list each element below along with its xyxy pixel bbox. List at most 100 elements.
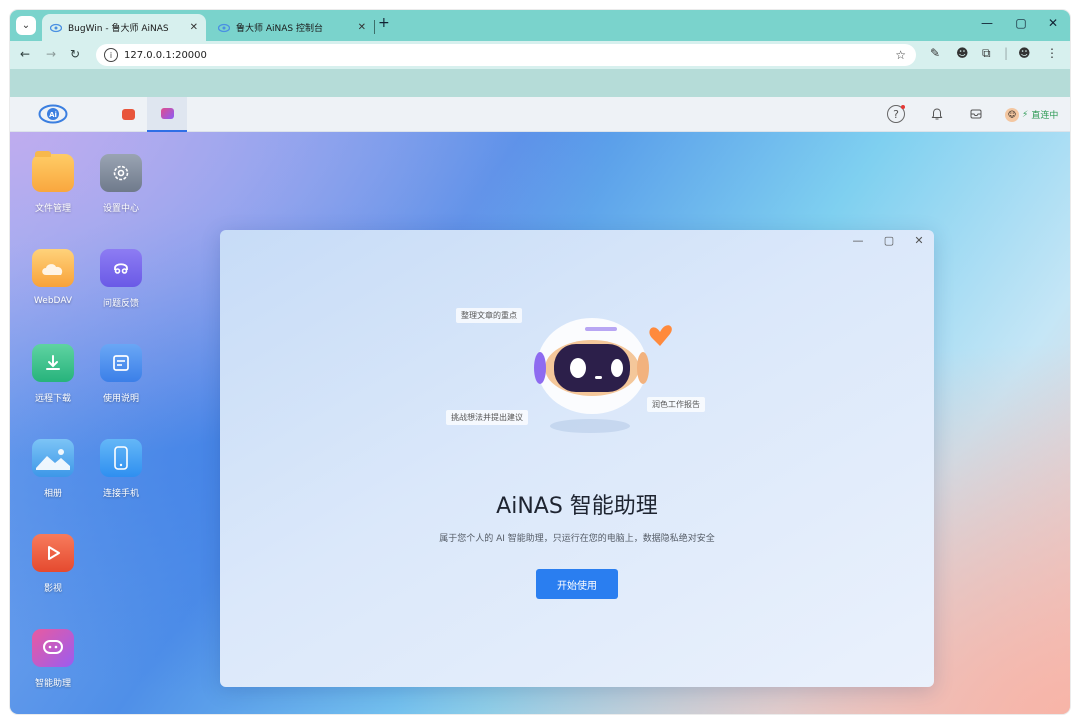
headset-icon [100, 249, 142, 287]
close-window-button[interactable]: ✕ [1038, 16, 1068, 30]
desktop-icon-album[interactable]: 相册 [23, 439, 83, 499]
tab-label: 鲁大师 AiNAS 控制台 [236, 24, 323, 34]
desktop-icon-label: 问题反馈 [102, 299, 139, 309]
browser-toolbar: ← → ↻ i 127.0.0.1:20000 ☆ ✎ ☻ ⧉ | ☻ ⋮ [10, 41, 1070, 69]
desktop-icon-assistant[interactable]: 智能助理 [23, 629, 83, 689]
connection-status-label: 直连中 [1031, 111, 1059, 121]
start-using-button[interactable]: 开始使用 [536, 569, 618, 599]
desktop-icon-label: 文件管理 [34, 204, 71, 214]
desktop-icon-label: 连接手机 [102, 489, 139, 499]
notification-dot [901, 105, 905, 109]
download-icon [32, 344, 74, 382]
arrow-right-icon: → [46, 47, 57, 61]
ainas-favicon-icon [218, 23, 230, 32]
desktop-icon-label: 使用说明 [102, 394, 139, 404]
phone-icon [100, 439, 142, 477]
browser-window: ⌄ BugWin - 鲁大师 AiNAS ✕ 鲁大师 AiNAS 控制台 ✕ +… [10, 10, 1070, 714]
extension-avatar-icon[interactable]: ☻ [956, 46, 969, 60]
close-icon: ✕ [914, 234, 924, 247]
url-text: 127.0.0.1:20000 [124, 49, 207, 61]
toolbar-divider: | [1004, 46, 1009, 60]
more-menu-icon[interactable]: ⋮ [1046, 46, 1058, 60]
close-icon: ✕ [1047, 16, 1059, 30]
profile-avatar-icon[interactable]: ☻ [1018, 46, 1031, 60]
app-header: Ai ? ☺ ⚡ 直连中 [10, 97, 1070, 132]
close-tab-icon[interactable]: ✕ [358, 22, 366, 33]
desktop-icon-files[interactable]: 文件管理 [23, 151, 83, 214]
suggestion-bubble: 整理文章的重点 [456, 308, 522, 323]
ainas-favicon-icon [50, 23, 62, 32]
lightning-icon: ⚡ [1022, 109, 1029, 120]
user-status[interactable]: ☺ ⚡ 直连中 [1005, 106, 1058, 123]
desktop-icon-remote-download[interactable]: 远程下载 [23, 344, 83, 404]
minimize-button[interactable]: — [972, 16, 1002, 30]
desktop: 文件管理 WebDAV 远程下载 相册 影视 智能助理 设置中心 问题反馈 使用… [10, 132, 1070, 714]
minimize-icon: — [981, 16, 993, 30]
assistant-app-icon [160, 108, 174, 119]
reload-icon: ↻ [70, 47, 81, 61]
extensions-puzzle-icon[interactable]: ⧉ [982, 46, 991, 61]
maximize-icon: ▢ [883, 234, 895, 247]
page-viewport: Ai ? ☺ ⚡ 直连中 文件管理 WebDAV 远程下载 相册 影视 智能助理… [10, 69, 1070, 714]
modal-minimize-button[interactable]: — [848, 234, 868, 247]
page-top-gap [10, 69, 1070, 97]
desktop-icon-connect-phone[interactable]: 连接手机 [91, 439, 151, 499]
tab-label: BugWin - 鲁大师 AiNAS [68, 24, 169, 34]
svg-text:Ai: Ai [49, 111, 57, 119]
help-button[interactable]: ? [887, 105, 905, 123]
user-avatar: ☺ [1005, 107, 1019, 122]
arrow-left-icon: ← [20, 47, 31, 61]
play-icon [32, 534, 74, 572]
desktop-icon-label: WebDAV [33, 296, 73, 306]
modal-maximize-button[interactable]: ▢ [879, 234, 899, 247]
tab-strip: ⌄ BugWin - 鲁大师 AiNAS ✕ 鲁大师 AiNAS 控制台 ✕ +… [10, 10, 1070, 41]
desktop-icon-label: 影视 [43, 584, 62, 594]
desktop-icon-feedback[interactable]: 问题反馈 [91, 249, 151, 309]
cloud-folder-icon [32, 249, 74, 287]
extension-icon[interactable]: ✎ [930, 46, 940, 60]
close-tab-icon[interactable]: ✕ [190, 22, 198, 33]
bookmark-star-icon[interactable]: ☆ [895, 48, 906, 62]
forward-button[interactable]: → [46, 47, 56, 61]
chevron-down-icon: ⌄ [21, 20, 31, 31]
folder-icon [32, 151, 74, 192]
desktop-icon-manual[interactable]: 使用说明 [91, 344, 151, 404]
inbox-button[interactable] [967, 105, 985, 123]
desktop-icon-settings[interactable]: 设置中心 [91, 154, 151, 214]
tab-divider [374, 20, 375, 34]
taskbar-app-assistant[interactable] [147, 97, 187, 132]
help-icon: ? [893, 107, 899, 121]
tab-console[interactable]: 鲁大师 AiNAS 控制台 ✕ [210, 14, 374, 41]
modal-close-button[interactable]: ✕ [909, 234, 929, 247]
desktop-icon-label: 远程下载 [34, 394, 71, 404]
site-info-icon[interactable]: i [104, 48, 118, 62]
assistant-title: AiNAS 智能助理 [496, 494, 658, 519]
new-tab-button[interactable]: + [378, 15, 390, 31]
notifications-button[interactable] [928, 105, 946, 123]
desktop-icon-video[interactable]: 影视 [23, 534, 83, 594]
taskbar-app-video[interactable] [108, 97, 148, 132]
document-icon [100, 344, 142, 382]
desktop-icon-label: 智能助理 [34, 679, 71, 689]
gear-icon [100, 154, 142, 192]
plus-icon: + [378, 15, 390, 31]
photo-icon [32, 439, 74, 477]
robot-mascot-icon [534, 318, 672, 433]
reload-button[interactable]: ↻ [70, 47, 80, 61]
chat-icon [32, 629, 74, 667]
desktop-icon-webdav[interactable]: WebDAV [23, 249, 83, 306]
tab-search-button[interactable]: ⌄ [16, 16, 36, 35]
address-bar[interactable]: i 127.0.0.1:20000 ☆ [96, 44, 916, 66]
ainas-logo-icon[interactable]: Ai [38, 103, 68, 125]
desktop-icon-label: 相册 [43, 489, 62, 499]
bell-icon [931, 108, 943, 120]
maximize-icon: ▢ [1015, 16, 1027, 30]
inbox-icon [970, 109, 982, 119]
maximize-button[interactable]: ▢ [1006, 16, 1036, 30]
back-button[interactable]: ← [20, 47, 30, 61]
minimize-icon: — [852, 234, 864, 247]
desktop-icon-label: 设置中心 [102, 204, 139, 214]
assistant-subtitle: 属于您个人的 AI 智能助理，只运行在您的电脑上，数据隐私绝对安全 [439, 534, 715, 544]
suggestion-bubble: 挑战想法并提出建议 [446, 410, 528, 425]
tab-bugwin[interactable]: BugWin - 鲁大师 AiNAS ✕ [42, 14, 206, 41]
